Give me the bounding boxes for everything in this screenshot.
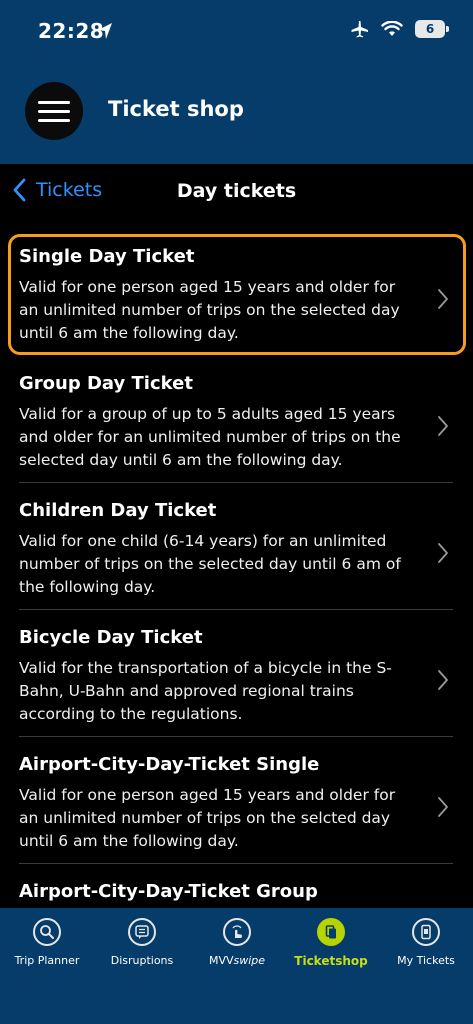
ticket-description: Valid for a group of up to 5 adults aged…	[19, 405, 401, 469]
phone-ticket-icon	[412, 918, 440, 946]
divider	[19, 609, 453, 610]
ticket-description: Valid for the transportation of a bicycl…	[19, 659, 392, 723]
tab-label-prefix: MVV	[208, 954, 234, 967]
ticket-item-airport-city-group[interactable]: Airport-City-Day-Ticket Group	[19, 869, 453, 908]
tab-ticketshop[interactable]: Ticketshop	[284, 908, 378, 988]
battery-level: 6	[425, 22, 435, 36]
navigation-bar: Tickets Day tickets	[0, 164, 473, 222]
ticket-title: Bicycle Day Ticket	[19, 627, 203, 648]
ticket-list: Single Day Ticket Valid for one person a…	[0, 222, 473, 908]
divider	[19, 482, 453, 483]
ticket-title: Group Day Ticket	[19, 373, 193, 394]
ticket-description: Valid for one person aged 15 years and o…	[19, 278, 400, 342]
ticket-item-bicycle-day[interactable]: Bicycle Day Ticket Valid for the transpo…	[19, 615, 453, 742]
tab-label: Trip Planner	[14, 954, 80, 967]
airplane-icon	[351, 21, 368, 38]
tab-bar: Trip Planner Disruptions MVVswipe Ticket…	[0, 908, 473, 1024]
ticket-icon	[317, 918, 345, 946]
ticket-title: Airport-City-Day-Ticket Single	[19, 754, 320, 775]
ticket-item-airport-city-single[interactable]: Airport-City-Day-Ticket Single Valid for…	[19, 742, 453, 869]
ticket-title: Children Day Ticket	[19, 500, 217, 521]
divider	[19, 736, 453, 737]
status-bar: 22:28 6	[0, 0, 473, 62]
ticket-item-single-day[interactable]: Single Day Ticket Valid for one person a…	[19, 234, 453, 361]
app-header: Ticket shop	[0, 62, 473, 164]
status-time: 22:28	[38, 19, 105, 43]
menu-button[interactable]	[25, 82, 83, 140]
ticket-title: Single Day Ticket	[19, 246, 195, 267]
swipe-icon	[223, 918, 251, 946]
tab-label: My Tickets	[397, 954, 455, 967]
message-icon	[128, 918, 156, 946]
chevron-right-icon	[438, 543, 448, 563]
ticket-item-children-day[interactable]: Children Day Ticket Valid for one child …	[19, 488, 453, 615]
tab-label: MVVswipe	[209, 954, 265, 967]
battery-icon: 6	[415, 20, 449, 38]
tab-label: Ticketshop	[294, 954, 368, 968]
section-title: Day tickets	[176, 180, 297, 202]
tab-mvv-swipe[interactable]: MVVswipe	[190, 908, 284, 988]
location-arrow-icon	[98, 23, 112, 39]
tab-disruptions[interactable]: Disruptions	[95, 908, 189, 988]
hamburger-icon	[38, 100, 70, 104]
tab-label-suffix: swipe	[233, 954, 266, 967]
hamburger-line	[38, 109, 70, 113]
chevron-right-icon	[438, 670, 448, 690]
chevron-right-icon	[438, 416, 448, 436]
tab-trip-planner[interactable]: Trip Planner	[0, 908, 94, 988]
status-indicators: 6	[349, 20, 449, 38]
wifi-icon	[381, 21, 403, 36]
page-title: Ticket shop	[108, 97, 244, 121]
chevron-right-icon	[438, 289, 448, 309]
hamburger-line	[38, 118, 70, 122]
ticket-title: Airport-City-Day-Ticket Group	[19, 881, 318, 902]
search-icon	[33, 918, 61, 946]
chevron-right-icon	[438, 797, 448, 817]
tab-my-tickets[interactable]: My Tickets	[379, 908, 473, 988]
divider	[19, 863, 453, 864]
ticket-description: Valid for one person aged 15 years and o…	[19, 786, 396, 850]
tab-label: Disruptions	[110, 954, 174, 967]
ticket-description: Valid for one child (6-14 years) for an …	[19, 532, 401, 596]
ticket-item-group-day[interactable]: Group Day Ticket Valid for a group of up…	[19, 361, 453, 488]
